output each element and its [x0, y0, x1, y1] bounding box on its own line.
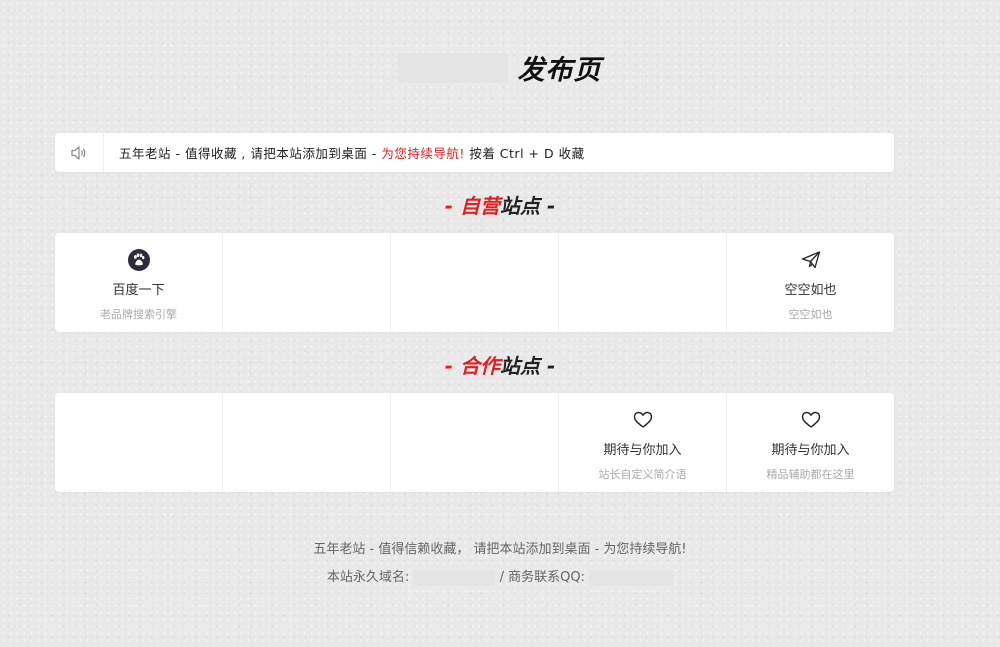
site-logo-placeholder	[398, 52, 509, 83]
notice-text-end: 按着 Ctrl + D 收藏	[464, 146, 585, 161]
site-card-empty	[223, 393, 391, 492]
heart-icon	[633, 409, 653, 431]
heading-red-word: 合作	[460, 354, 500, 378]
qq-value-placeholder	[589, 569, 674, 586]
footer-contact: 本站永久域名: / 商务联系QQ:	[0, 566, 1000, 586]
site-card-empty	[223, 233, 391, 332]
heading-red-word: 自营	[460, 194, 500, 218]
site-name: 百度一下	[112, 283, 165, 298]
heading-dash-right: -	[540, 194, 556, 218]
site-name: 空空如也	[784, 283, 837, 298]
partner-sites-grid: 期待与你加入 站长自定义简介语 期待与你加入 精品辅助都在这里	[55, 393, 894, 492]
heading-dash-right: -	[540, 354, 556, 378]
site-desc: 站长自定义简介语	[598, 468, 687, 481]
site-desc: 老品牌搜索引擎	[100, 308, 177, 321]
heading-dark-word: 站点	[500, 194, 540, 218]
self-sites-grid: 百度一下 老品牌搜索引擎 空空如也 空空如也	[55, 233, 894, 332]
domain-label: 本站永久域名:	[326, 570, 410, 585]
footer-separator: /	[499, 570, 509, 585]
notice-text-main: 五年老站 - 值得收藏 , 请把本站添加到桌面 -	[119, 146, 382, 161]
site-card-join[interactable]: 期待与你加入 站长自定义简介语	[559, 393, 727, 492]
notice-text: 五年老站 - 值得收藏 , 请把本站添加到桌面 - 为您持续导航! 按着 Ctr…	[104, 143, 585, 162]
site-card-empty	[391, 393, 559, 492]
notice-text-highlight: 为您持续导航!	[381, 146, 465, 161]
site-name: 期待与你加入	[603, 443, 682, 458]
heart-icon	[801, 409, 821, 431]
site-card-empty	[559, 233, 727, 332]
heading-dash-left: -	[444, 194, 460, 218]
site-name: 期待与你加入	[771, 443, 850, 458]
section-heading-partner: - 合作站点 -	[0, 350, 1000, 379]
domain-value-placeholder	[413, 569, 496, 586]
qq-label: 商务联系QQ:	[508, 570, 585, 585]
paper-plane-icon	[801, 249, 821, 271]
site-desc: 精品辅助都在这里	[766, 468, 855, 481]
heading-dash-left: -	[444, 354, 460, 378]
baidu-paw-icon	[127, 249, 150, 271]
section-heading-self: - 自营站点 -	[0, 190, 1000, 219]
heading-dark-word: 站点	[500, 354, 540, 378]
site-desc: 空空如也	[788, 308, 833, 321]
site-card-join[interactable]: 期待与你加入 精品辅助都在这里	[727, 393, 894, 492]
page-header: 发布页	[0, 48, 1000, 87]
page-title: 发布页	[517, 55, 602, 86]
notice-bar: 五年老站 - 值得收藏 , 请把本站添加到桌面 - 为您持续导航! 按着 Ctr…	[55, 133, 894, 172]
site-card-baidu[interactable]: 百度一下 老品牌搜索引擎	[55, 233, 223, 332]
site-card-empty	[55, 393, 223, 492]
speaker-icon	[55, 133, 104, 172]
footer-slogan: 五年老站 - 值得信赖收藏， 请把本站添加到桌面 - 为您持续导航!	[313, 542, 687, 557]
site-card-empty	[391, 233, 559, 332]
site-card-empty-slot[interactable]: 空空如也 空空如也	[727, 233, 894, 332]
